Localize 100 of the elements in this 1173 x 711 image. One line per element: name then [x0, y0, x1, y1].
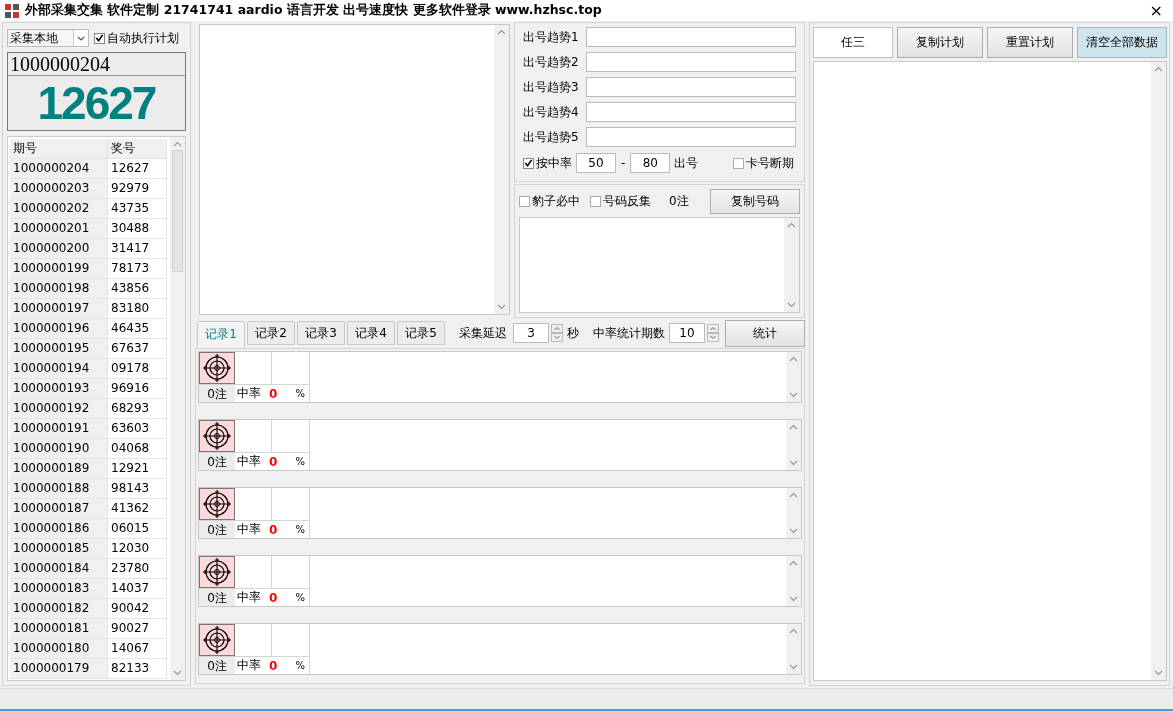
- scrollbar[interactable]: [786, 352, 801, 402]
- count-label: 0注: [668, 192, 689, 210]
- field-label: 出号趋势3: [522, 78, 580, 96]
- count-label: 0注: [199, 656, 235, 674]
- tab[interactable]: 记录3: [297, 321, 345, 345]
- check-icon: [523, 158, 533, 168]
- tab[interactable]: 记录2: [247, 321, 295, 345]
- scroll-up-icon[interactable]: [787, 222, 796, 228]
- statistics-button[interactable]: 统计: [725, 319, 805, 347]
- scroll-up-icon[interactable]: [789, 424, 798, 430]
- table-cell: 1000000185: [10, 539, 108, 559]
- table-cell: 63603: [108, 419, 167, 439]
- plan-button[interactable]: 复制计划: [897, 27, 983, 58]
- source-dropdown[interactable]: 采集本地: [7, 29, 89, 47]
- checkbox[interactable]: [522, 157, 534, 169]
- table-cell: 98143: [108, 479, 167, 499]
- input-field[interactable]: [585, 127, 796, 147]
- scroll-down-icon[interactable]: [789, 528, 798, 534]
- input-field[interactable]: 10: [669, 323, 705, 343]
- input-field[interactable]: 80: [630, 153, 671, 173]
- table-cell: 1000000197: [10, 299, 108, 319]
- table-cell: 1000000182: [10, 599, 108, 619]
- scrollbar[interactable]: [786, 488, 801, 538]
- checkbox-label[interactable]: 卡号断期: [746, 154, 794, 172]
- scroll-down-icon[interactable]: [789, 460, 798, 466]
- target-icon: [200, 624, 234, 656]
- scroll-down-icon[interactable]: [1154, 670, 1163, 676]
- tab[interactable]: 记录1: [197, 320, 245, 348]
- table-cell: 1000000186: [10, 519, 108, 539]
- scrollbar[interactable]: [784, 218, 799, 312]
- scroll-up-icon[interactable]: [1154, 66, 1163, 72]
- scroll-down-icon[interactable]: [789, 664, 798, 670]
- tab[interactable]: 记录4: [347, 321, 395, 345]
- table-cell: 09178: [108, 359, 167, 379]
- table-cell: 1000000184: [10, 559, 108, 579]
- scroll-up-icon[interactable]: [789, 356, 798, 362]
- scrollbar[interactable]: [786, 420, 801, 470]
- checkbox[interactable]: [589, 195, 601, 207]
- tab[interactable]: 记录5: [397, 321, 445, 345]
- scroll-down-icon[interactable]: [789, 596, 798, 602]
- table-cell: 14067: [108, 639, 167, 659]
- scroll-up-icon[interactable]: [789, 560, 798, 566]
- scroll-down-icon[interactable]: [173, 670, 182, 676]
- table-cell: 1000000195: [10, 339, 108, 359]
- table-cell: 12627: [108, 159, 167, 179]
- checkbox[interactable]: [733, 157, 744, 169]
- scrollbar[interactable]: [493, 25, 509, 314]
- table-cell: 90042: [108, 599, 167, 619]
- field-label: 采集延迟: [459, 324, 507, 342]
- field-label: 出号趋势5: [522, 128, 580, 146]
- column-header[interactable]: 奖号: [108, 139, 167, 159]
- table-cell: 1000000189: [10, 459, 108, 479]
- scroll-up-icon[interactable]: [789, 492, 798, 498]
- table-cell: 1000000190: [10, 439, 108, 459]
- input-field[interactable]: [585, 27, 796, 47]
- checkbox[interactable]: [94, 32, 105, 44]
- scroll-up-icon[interactable]: [789, 628, 798, 634]
- field-label: 出号: [674, 154, 699, 172]
- scroll-thumb[interactable]: [172, 150, 183, 272]
- table-cell: 43856: [108, 279, 167, 299]
- checkbox[interactable]: [518, 195, 530, 207]
- table-cell: 14037: [108, 579, 167, 599]
- plan-button[interactable]: 重置计划: [987, 27, 1073, 58]
- input-field[interactable]: [585, 52, 796, 72]
- rate-value: 0: [269, 658, 278, 673]
- table-cell: 68293: [108, 399, 167, 419]
- close-button[interactable]: ×: [1145, 1, 1167, 20]
- table-cell: 04068: [108, 439, 167, 459]
- count-label: 0注: [199, 588, 235, 606]
- checkbox-label[interactable]: 豹子必中: [531, 192, 580, 210]
- table-cell: 1000000201: [10, 219, 108, 239]
- scrollbar[interactable]: [786, 624, 801, 674]
- input-field[interactable]: 3: [513, 323, 549, 343]
- scroll-up-icon[interactable]: [173, 141, 182, 147]
- text-area[interactable]: [518, 217, 800, 313]
- input-field[interactable]: [585, 102, 796, 122]
- column-header[interactable]: 期号: [10, 139, 108, 159]
- scroll-down-icon[interactable]: [496, 304, 506, 310]
- checkbox-label[interactable]: 自动执行计划: [107, 29, 179, 47]
- checkbox-label[interactable]: 按中率: [535, 154, 572, 172]
- input-field[interactable]: 50: [575, 153, 616, 173]
- field-label: 中率统计期数: [593, 324, 665, 342]
- scroll-up-icon[interactable]: [496, 29, 506, 35]
- rate-label: 中率: [237, 589, 261, 606]
- plan-type-field[interactable]: 任三: [813, 27, 893, 58]
- scrollbar[interactable]: [1151, 62, 1166, 680]
- count-label: 0注: [199, 520, 235, 538]
- scroll-down-icon[interactable]: [787, 302, 796, 308]
- scroll-down-icon[interactable]: [789, 392, 798, 398]
- clear-data-button[interactable]: 清空全部数据: [1077, 27, 1167, 58]
- checkbox-label[interactable]: 号码反集: [602, 192, 651, 210]
- scrollbar[interactable]: [170, 137, 185, 680]
- field-label: 出号趋势2: [522, 53, 580, 71]
- copy-numbers-button[interactable]: 复制号码: [710, 188, 800, 214]
- input-field[interactable]: [585, 77, 796, 97]
- table-cell: 1000000181: [10, 619, 108, 639]
- unit-label: 秒: [567, 324, 579, 342]
- table-cell: 1000000193: [10, 379, 108, 399]
- scrollbar[interactable]: [786, 556, 801, 606]
- spinner-arrows-icon: [707, 324, 719, 342]
